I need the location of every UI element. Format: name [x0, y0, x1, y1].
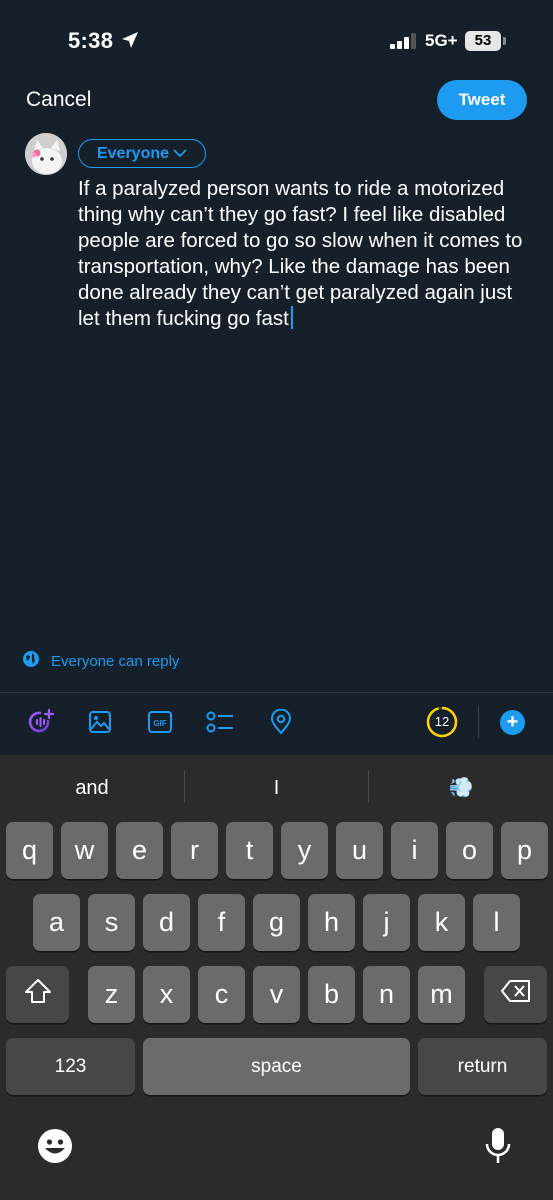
key-d[interactable]: d [143, 894, 190, 951]
location-icon[interactable] [267, 708, 295, 736]
key-f[interactable]: f [198, 894, 245, 951]
svg-text:GIF: GIF [153, 719, 166, 728]
poll-icon[interactable] [206, 708, 234, 736]
key-i[interactable]: i [391, 822, 438, 879]
key-b[interactable]: b [308, 966, 355, 1023]
shift-icon [24, 978, 52, 1011]
key-u[interactable]: u [336, 822, 383, 879]
suggestion-2[interactable]: I [185, 775, 368, 801]
return-key[interactable]: return [418, 1038, 547, 1095]
cellular-signal-icon [390, 33, 418, 49]
spaces-icon[interactable] [27, 708, 55, 736]
reply-setting-button[interactable]: Everyone can reply [22, 650, 179, 672]
key-x[interactable]: x [143, 966, 190, 1023]
key-t[interactable]: t [226, 822, 273, 879]
add-thread-button[interactable]: + [500, 710, 525, 735]
audience-label: Everyone [96, 144, 170, 162]
shift-key[interactable] [6, 966, 69, 1023]
tweet-text-input[interactable]: If a paralyzed person wants to ride a mo… [78, 176, 533, 332]
microphone-icon[interactable] [483, 1126, 513, 1166]
key-g[interactable]: g [253, 894, 300, 951]
key-n[interactable]: n [363, 966, 410, 1023]
suggestion-1[interactable]: and [0, 775, 184, 801]
tweet-text: If a paralyzed person wants to ride a mo… [78, 177, 523, 330]
key-h[interactable]: h [308, 894, 355, 951]
image-icon[interactable] [86, 708, 114, 736]
reply-setting-label: Everyone can reply [51, 652, 180, 670]
backspace-key[interactable] [484, 966, 547, 1023]
key-q[interactable]: q [6, 822, 53, 879]
audience-selector[interactable]: Everyone [78, 139, 206, 168]
key-l[interactable]: l [473, 894, 520, 951]
key-v[interactable]: v [253, 966, 300, 1023]
avatar[interactable] [25, 133, 67, 175]
key-j[interactable]: j [363, 894, 410, 951]
key-k[interactable]: k [418, 894, 465, 951]
key-z[interactable]: z [88, 966, 135, 1023]
tweet-button[interactable]: Tweet [437, 80, 527, 120]
text-caret [290, 306, 293, 329]
network-type: 5G+ [425, 31, 458, 50]
key-a[interactable]: a [33, 894, 80, 951]
toolbar-separator [478, 706, 479, 738]
key-e[interactable]: e [116, 822, 163, 879]
space-key[interactable]: space [143, 1038, 410, 1095]
emoji-icon[interactable] [37, 1128, 73, 1164]
key-o[interactable]: o [446, 822, 493, 879]
status-time: 5:38 [68, 28, 114, 53]
key-c[interactable]: c [198, 966, 245, 1023]
gif-icon[interactable]: GIF [146, 708, 174, 736]
key-y[interactable]: y [281, 822, 328, 879]
battery-nub [503, 37, 506, 45]
globe-icon [22, 650, 40, 672]
key-s[interactable]: s [88, 894, 135, 951]
key-r[interactable]: r [171, 822, 218, 879]
backspace-icon [500, 979, 532, 1010]
cancel-button[interactable]: Cancel [26, 88, 91, 112]
location-arrow-icon [120, 30, 140, 55]
toolbar-divider [0, 692, 553, 693]
key-m[interactable]: m [418, 966, 465, 1023]
key-p[interactable]: p [501, 822, 548, 879]
character-counter: 12 [434, 714, 450, 729]
key-w[interactable]: w [61, 822, 108, 879]
battery-indicator: 53 [465, 31, 501, 51]
suggestion-3[interactable]: 💨 [369, 775, 553, 801]
chevron-down-icon [173, 145, 187, 163]
numbers-key[interactable]: 123 [6, 1038, 135, 1095]
